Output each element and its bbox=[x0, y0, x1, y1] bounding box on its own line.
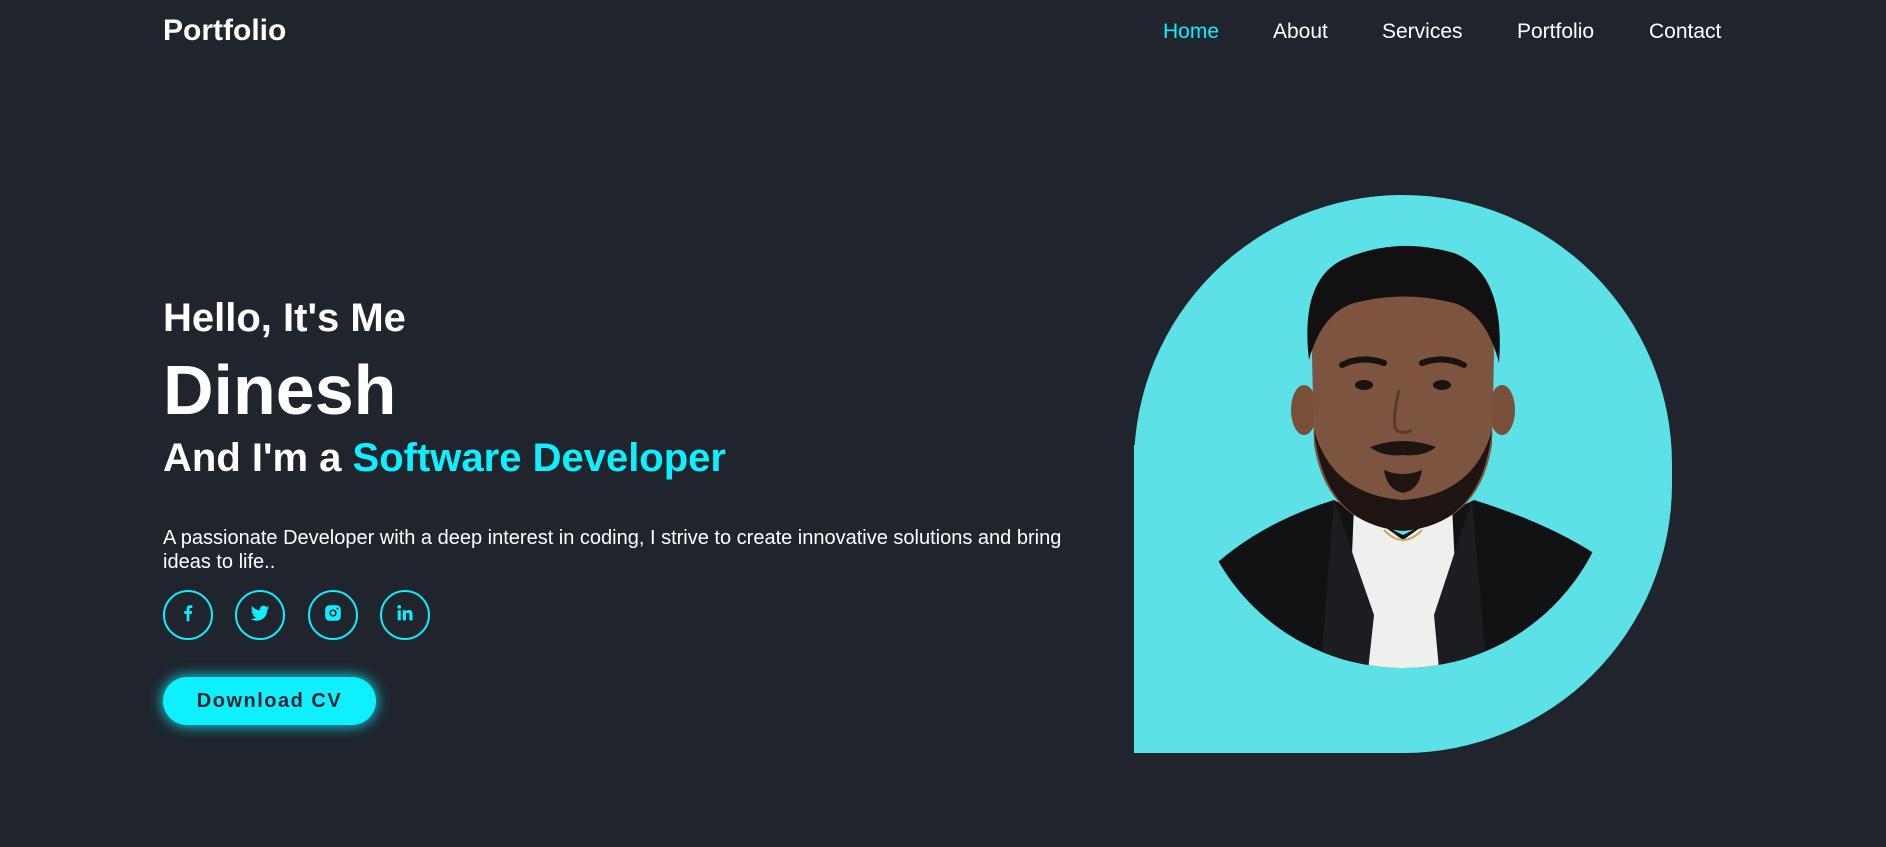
twitter-icon bbox=[249, 602, 271, 629]
facebook-icon bbox=[177, 602, 199, 629]
download-cv-button[interactable]: Download CV bbox=[163, 677, 376, 725]
hero-portrait bbox=[1134, 195, 1672, 753]
hero-description: A passionate Developer with a deep inter… bbox=[163, 527, 1062, 573]
nav-home[interactable]: Home bbox=[1163, 20, 1219, 44]
linkedin-link[interactable] bbox=[380, 590, 430, 640]
role-prefix: And I'm a bbox=[163, 436, 353, 480]
main-nav: Home About Services Portfolio Contact bbox=[0, 20, 1886, 50]
linkedin-icon bbox=[394, 602, 416, 629]
hero-greeting: Hello, It's Me bbox=[163, 296, 406, 340]
nav-portfolio[interactable]: Portfolio bbox=[1517, 20, 1594, 44]
hero-name: Dinesh bbox=[163, 351, 397, 429]
instagram-link[interactable] bbox=[308, 590, 358, 640]
role-highlight: Software Developer bbox=[352, 436, 726, 480]
person-photo bbox=[1204, 245, 1604, 668]
nav-contact[interactable]: Contact bbox=[1649, 20, 1721, 44]
nav-about[interactable]: About bbox=[1273, 20, 1328, 44]
hero-role: And I'm a Software Developer bbox=[163, 436, 726, 481]
instagram-icon bbox=[322, 602, 344, 629]
site-header: Portfolio Home About Services Portfolio … bbox=[0, 0, 1886, 66]
nav-services[interactable]: Services bbox=[1382, 20, 1463, 44]
social-links bbox=[163, 590, 563, 642]
facebook-link[interactable] bbox=[163, 590, 213, 640]
twitter-link[interactable] bbox=[235, 590, 285, 640]
